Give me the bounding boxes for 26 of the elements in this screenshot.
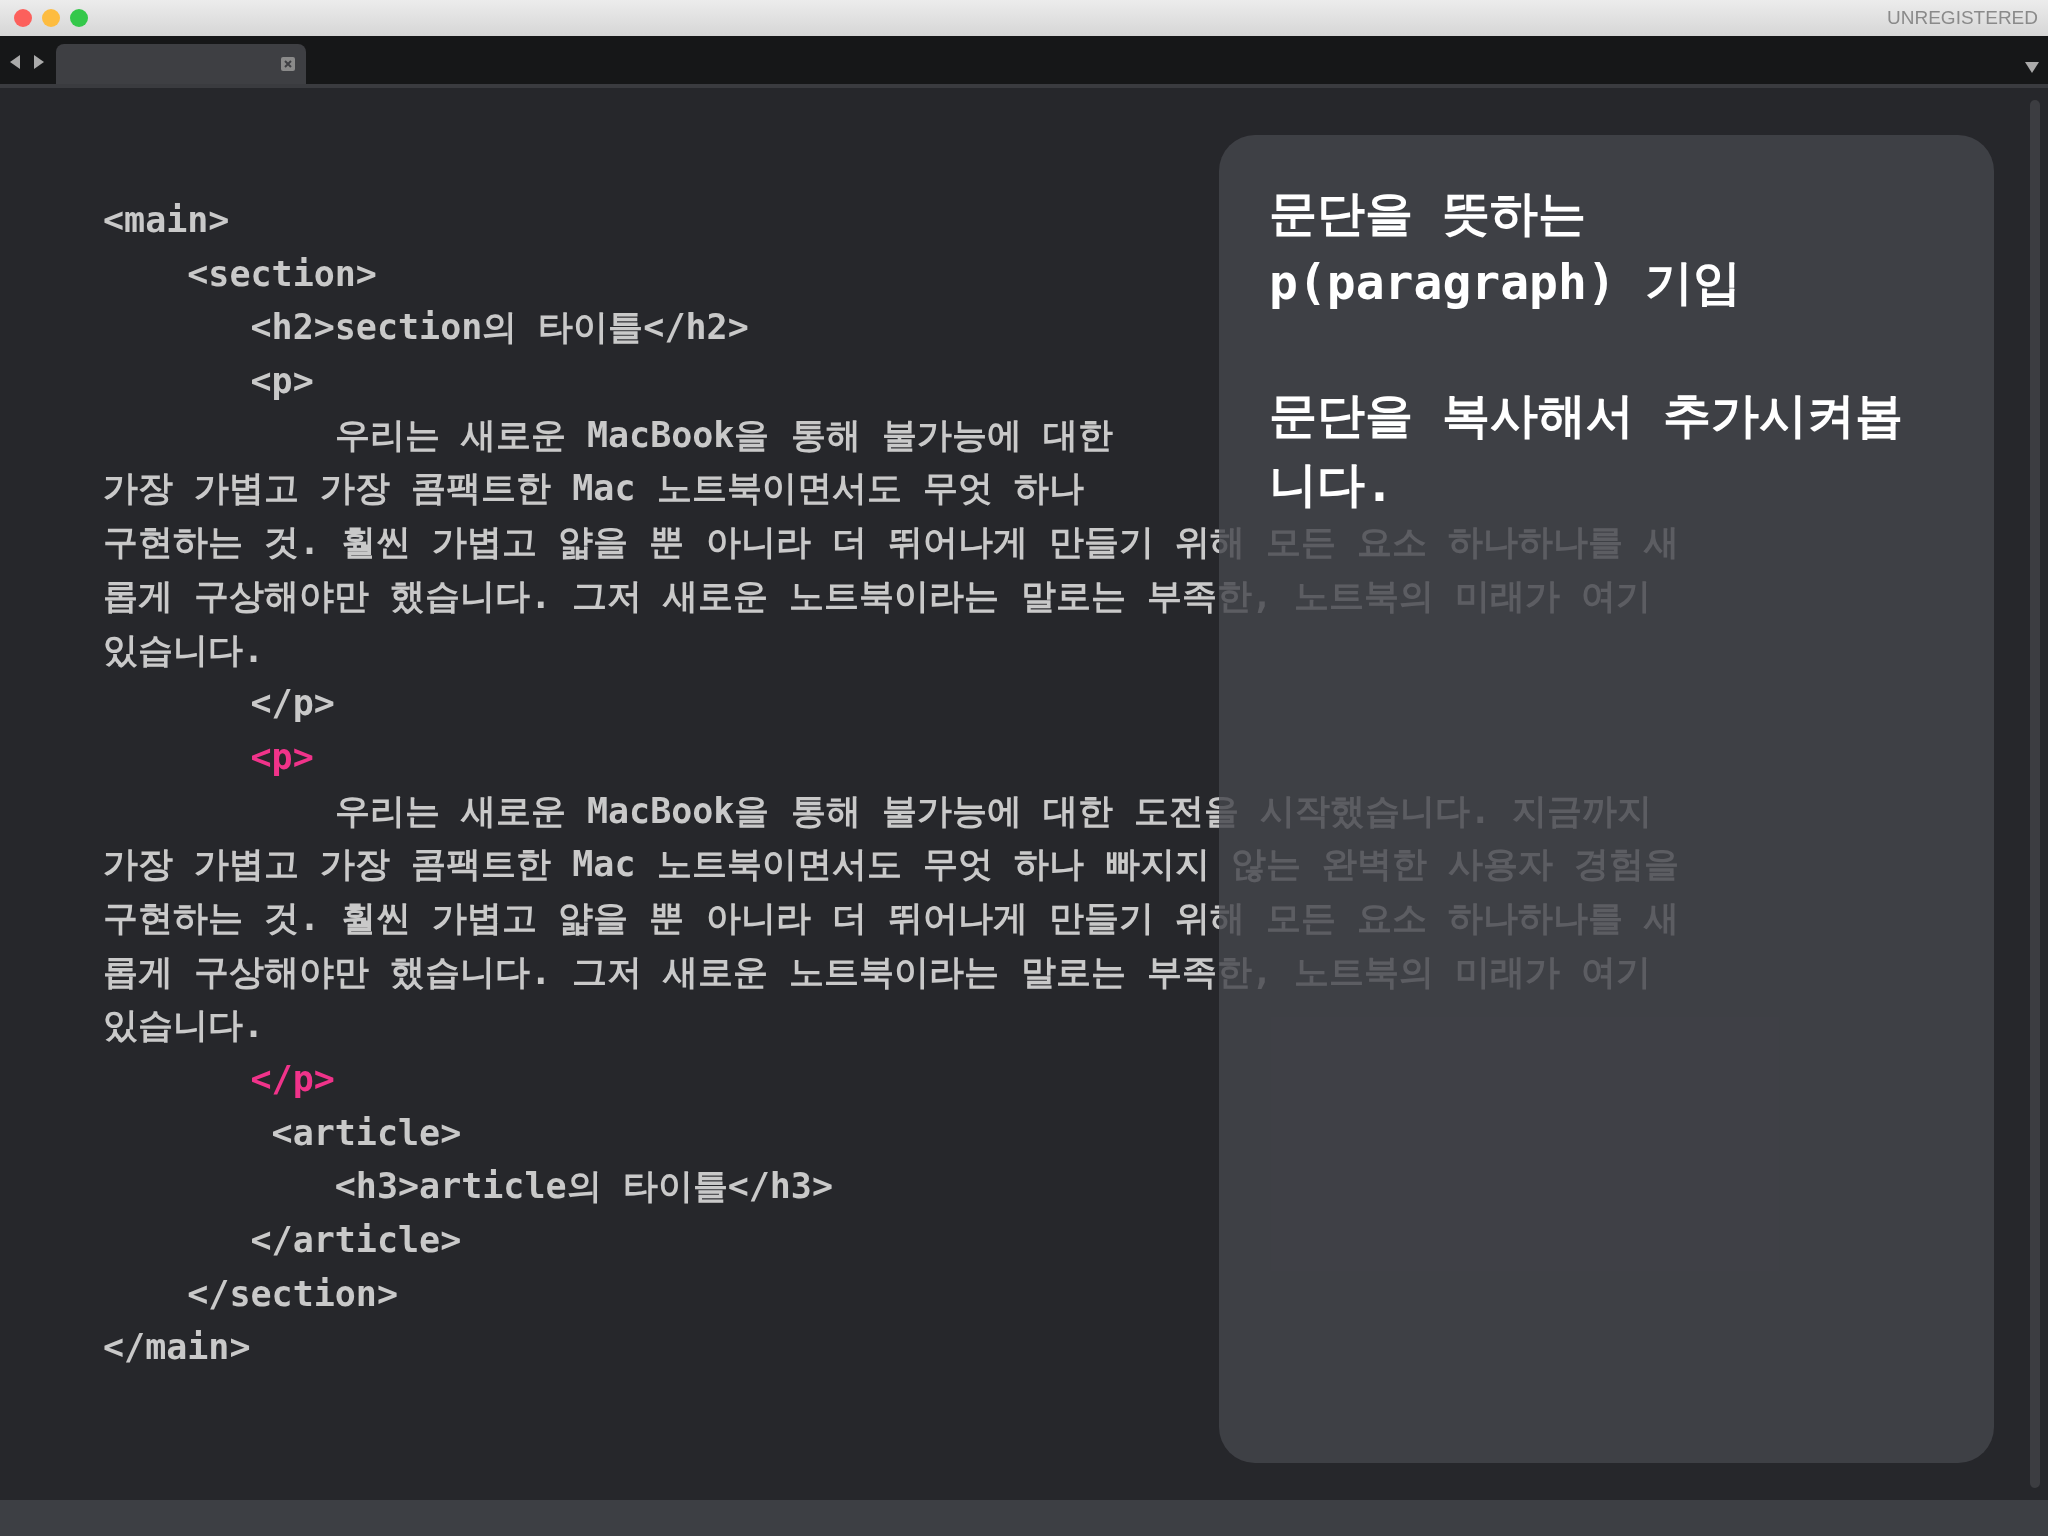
- close-button[interactable]: [14, 9, 32, 27]
- code-line: <main>: [103, 199, 230, 242]
- code-line: <article>: [270, 1111, 462, 1155]
- code-line: <h3>article의 타이틀</h3>: [333, 1165, 833, 1209]
- code-line: <section>: [186, 252, 377, 296]
- code-line: </p>: [249, 1058, 335, 1101]
- code-line: <p>: [249, 360, 314, 404]
- window-title: UNREGISTERED: [1887, 7, 2038, 29]
- minimize-button[interactable]: [42, 9, 60, 27]
- code-line: </section>: [186, 1272, 398, 1316]
- code-line: </article>: [249, 1219, 462, 1263]
- right-arrow-icon[interactable]: [32, 54, 46, 70]
- code-line: </p>: [249, 682, 335, 726]
- code-line: 우리는 새로운 MacBook을 통해 불가능에 대한: [333, 413, 1113, 457]
- left-arrow-icon[interactable]: [8, 54, 22, 70]
- code-line: 있습니다.: [103, 1004, 265, 1048]
- annotation-text: 문단을 뜻하는 p(paragraph) 기입: [1269, 184, 1742, 312]
- zoom-button[interactable]: [70, 9, 88, 27]
- annotation-text: 문단을 복사해서 추가시켜봅니다.: [1269, 386, 1904, 514]
- code-line: </main>: [103, 1326, 251, 1370]
- dropdown-icon[interactable]: [2024, 60, 2040, 74]
- code-line: 가장 가볍고 가장 콤팩트한 Mac 노트북이면서도 무엇 하나: [103, 467, 1084, 511]
- code-line: 있습니다.: [103, 628, 265, 672]
- close-icon[interactable]: [280, 56, 296, 72]
- code-line: <h2>section의 타이틀</h2>: [249, 306, 749, 350]
- code-line: <p>: [249, 735, 314, 779]
